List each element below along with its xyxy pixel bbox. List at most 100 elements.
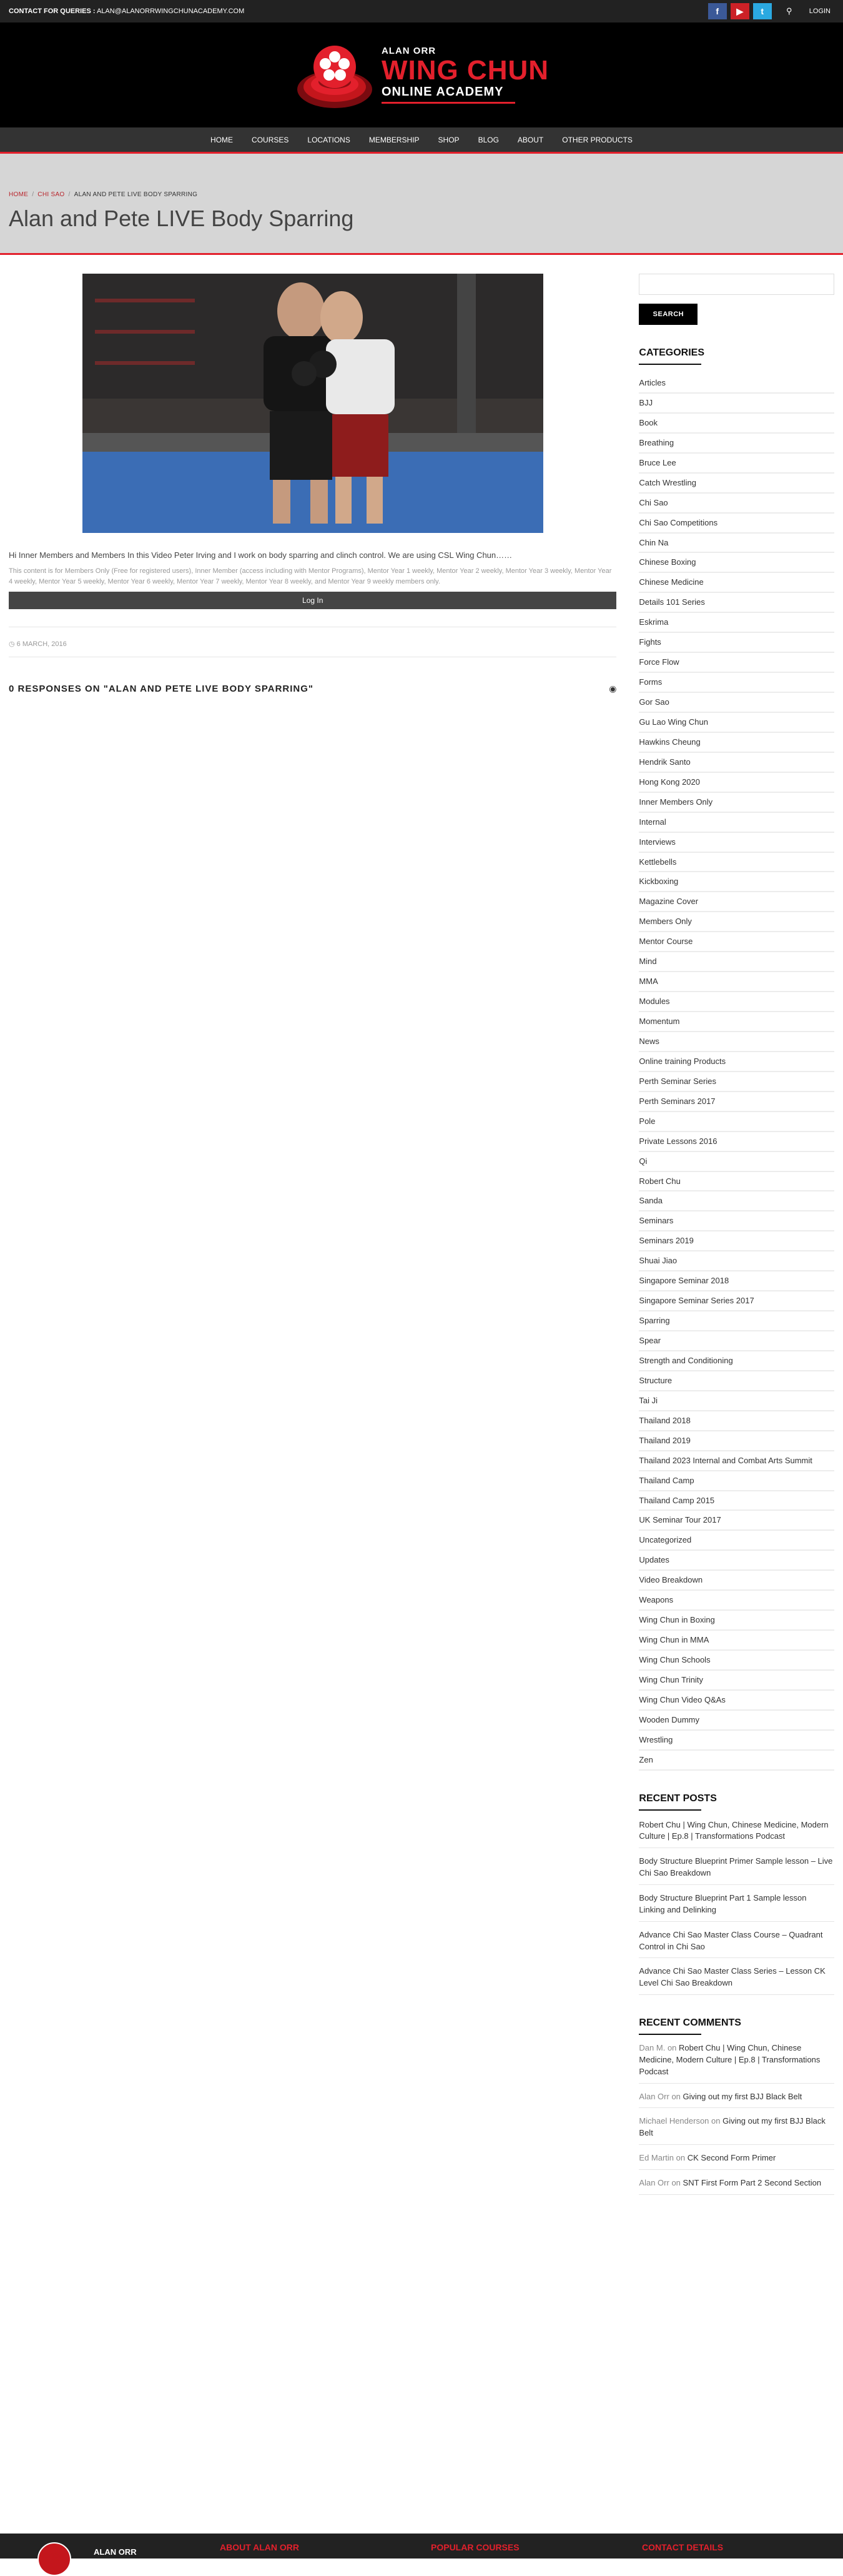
- category-link[interactable]: Details 101 Series: [639, 593, 834, 614]
- category-link[interactable]: Eskrima: [639, 613, 834, 634]
- site-logo[interactable]: ALAN ORR WING CHUN ONLINE ACADEMY: [294, 34, 549, 116]
- category-link[interactable]: Chin Na: [639, 534, 834, 554]
- category-link[interactable]: Wrestling: [639, 1731, 834, 1751]
- nav-blog[interactable]: BLOG: [469, 127, 508, 153]
- category-link[interactable]: Gu Lao Wing Chun: [639, 713, 834, 733]
- category-link[interactable]: Magazine Cover: [639, 892, 834, 913]
- category-link[interactable]: Fights: [639, 633, 834, 654]
- category-link[interactable]: Chi Sao Competitions: [639, 514, 834, 534]
- nav-shop[interactable]: SHOP: [429, 127, 469, 153]
- comment-author[interactable]: Dan M.: [639, 2043, 665, 2052]
- category-link[interactable]: Tai Ji: [639, 1391, 834, 1411]
- nav-locations[interactable]: LOCATIONS: [298, 127, 359, 153]
- category-link[interactable]: Forms: [639, 673, 834, 693]
- nav-home[interactable]: HOME: [201, 127, 242, 153]
- category-link[interactable]: News: [639, 1032, 834, 1052]
- category-link[interactable]: Thailand Camp 2015: [639, 1491, 834, 1511]
- category-link[interactable]: Video Breakdown: [639, 1571, 834, 1591]
- category-link[interactable]: Thailand 2018: [639, 1411, 834, 1431]
- nav-about[interactable]: ABOUT: [508, 127, 553, 153]
- category-link[interactable]: Chi Sao: [639, 494, 834, 514]
- contact-email[interactable]: ALAN@ALANORRWINGCHUNACADEMY.COM: [97, 7, 244, 15]
- category-link[interactable]: Seminars: [639, 1211, 834, 1232]
- category-link[interactable]: Internal: [639, 813, 834, 833]
- category-link[interactable]: Seminars 2019: [639, 1231, 834, 1252]
- recent-post-link[interactable]: Advance Chi Sao Master Class Course – Qu…: [639, 1922, 834, 1959]
- category-link[interactable]: Pole: [639, 1112, 834, 1132]
- category-link[interactable]: Catch Wrestling: [639, 474, 834, 494]
- comment-author[interactable]: Michael Henderson: [639, 2116, 709, 2126]
- search-icon[interactable]: ⚲: [782, 6, 797, 16]
- category-link[interactable]: Singapore Seminar Series 2017: [639, 1291, 834, 1312]
- breadcrumb-section[interactable]: CHI SAO: [37, 191, 64, 198]
- category-link[interactable]: Mentor Course: [639, 932, 834, 953]
- category-link[interactable]: Sparring: [639, 1311, 834, 1331]
- category-link[interactable]: Sanda: [639, 1191, 834, 1212]
- youtube-icon[interactable]: ▶: [730, 3, 749, 19]
- category-link[interactable]: Strength and Conditioning: [639, 1351, 834, 1371]
- category-link[interactable]: Bruce Lee: [639, 454, 834, 474]
- category-link[interactable]: Wing Chun in Boxing: [639, 1611, 834, 1631]
- category-link[interactable]: MMA: [639, 972, 834, 993]
- category-link[interactable]: Updates: [639, 1551, 834, 1571]
- recent-post-link[interactable]: Advance Chi Sao Master Class Series – Le…: [639, 1958, 834, 1996]
- category-link[interactable]: Weapons: [639, 1591, 834, 1611]
- category-link[interactable]: Online training Products: [639, 1052, 834, 1072]
- category-link[interactable]: Perth Seminars 2017: [639, 1092, 834, 1112]
- category-link[interactable]: Wing Chun in MMA: [639, 1631, 834, 1651]
- sidebar-search-input[interactable]: [639, 274, 834, 295]
- category-link[interactable]: Perth Seminar Series: [639, 1072, 834, 1092]
- category-link[interactable]: Mind: [639, 952, 834, 973]
- category-link[interactable]: BJJ: [639, 394, 834, 414]
- category-link[interactable]: Gor Sao: [639, 693, 834, 713]
- category-link[interactable]: Uncategorized: [639, 1531, 834, 1551]
- category-link[interactable]: Interviews: [639, 833, 834, 853]
- category-link[interactable]: Breathing: [639, 434, 834, 454]
- category-link[interactable]: Thailand 2023 Internal and Combat Arts S…: [639, 1451, 834, 1471]
- nav-other-products[interactable]: OTHER PRODUCTS: [553, 127, 642, 153]
- category-link[interactable]: Wing Chun Video Q&As: [639, 1691, 834, 1711]
- category-link[interactable]: Private Lessons 2016: [639, 1132, 834, 1152]
- category-link[interactable]: Members Only: [639, 912, 834, 933]
- breadcrumb-home[interactable]: HOME: [9, 191, 28, 198]
- category-link[interactable]: Chinese Boxing: [639, 553, 834, 574]
- nav-membership[interactable]: MEMBERSHIP: [360, 127, 429, 153]
- sidebar-search-button[interactable]: SEARCH: [639, 304, 698, 325]
- comment-post-link[interactable]: SNT First Form Part 2 Second Section: [683, 2178, 822, 2187]
- comment-author[interactable]: Ed Martin: [639, 2153, 674, 2162]
- facebook-icon[interactable]: f: [707, 3, 727, 19]
- category-link[interactable]: Zen: [639, 1751, 834, 1771]
- category-link[interactable]: Inner Members Only: [639, 793, 834, 813]
- recent-post-link[interactable]: Body Structure Blueprint Primer Sample l…: [639, 1848, 834, 1885]
- comment-post-link[interactable]: Robert Chu | Wing Chun, Chinese Medicine…: [639, 2043, 820, 2076]
- category-link[interactable]: Robert Chu: [639, 1172, 834, 1192]
- comment-author[interactable]: Alan Orr: [639, 2178, 669, 2187]
- category-link[interactable]: Thailand Camp: [639, 1471, 834, 1491]
- category-link[interactable]: Kickboxing: [639, 872, 834, 893]
- rss-icon[interactable]: ◉: [609, 684, 616, 694]
- category-link[interactable]: Book: [639, 414, 834, 434]
- log-in-button[interactable]: Log In: [9, 592, 617, 609]
- category-link[interactable]: Wing Chun Trinity: [639, 1671, 834, 1691]
- category-link[interactable]: Hong Kong 2020: [639, 773, 834, 793]
- category-link[interactable]: Spear: [639, 1331, 834, 1351]
- login-link[interactable]: LOGIN: [809, 7, 831, 15]
- category-link[interactable]: Hawkins Cheung: [639, 733, 834, 753]
- category-link[interactable]: Wing Chun Schools: [639, 1651, 834, 1671]
- recent-post-link[interactable]: Body Structure Blueprint Part 1 Sample l…: [639, 1885, 834, 1922]
- category-link[interactable]: Kettlebells: [639, 853, 834, 873]
- category-link[interactable]: Shuai Jiao: [639, 1251, 834, 1272]
- comment-post-link[interactable]: CK Second Form Primer: [688, 2153, 776, 2162]
- comment-author[interactable]: Alan Orr: [639, 2092, 669, 2101]
- category-link[interactable]: Force Flow: [639, 653, 834, 674]
- category-link[interactable]: Hendrik Santo: [639, 753, 834, 773]
- category-link[interactable]: Thailand 2019: [639, 1431, 834, 1451]
- comment-post-link[interactable]: Giving out my first BJJ Black Belt: [683, 2092, 802, 2101]
- category-link[interactable]: Articles: [639, 374, 834, 394]
- category-link[interactable]: Modules: [639, 992, 834, 1012]
- category-link[interactable]: UK Seminar Tour 2017: [639, 1511, 834, 1531]
- category-link[interactable]: Singapore Seminar 2018: [639, 1271, 834, 1292]
- category-link[interactable]: Chinese Medicine: [639, 573, 834, 594]
- category-link[interactable]: Wooden Dummy: [639, 1711, 834, 1731]
- post-featured-image[interactable]: [82, 274, 543, 533]
